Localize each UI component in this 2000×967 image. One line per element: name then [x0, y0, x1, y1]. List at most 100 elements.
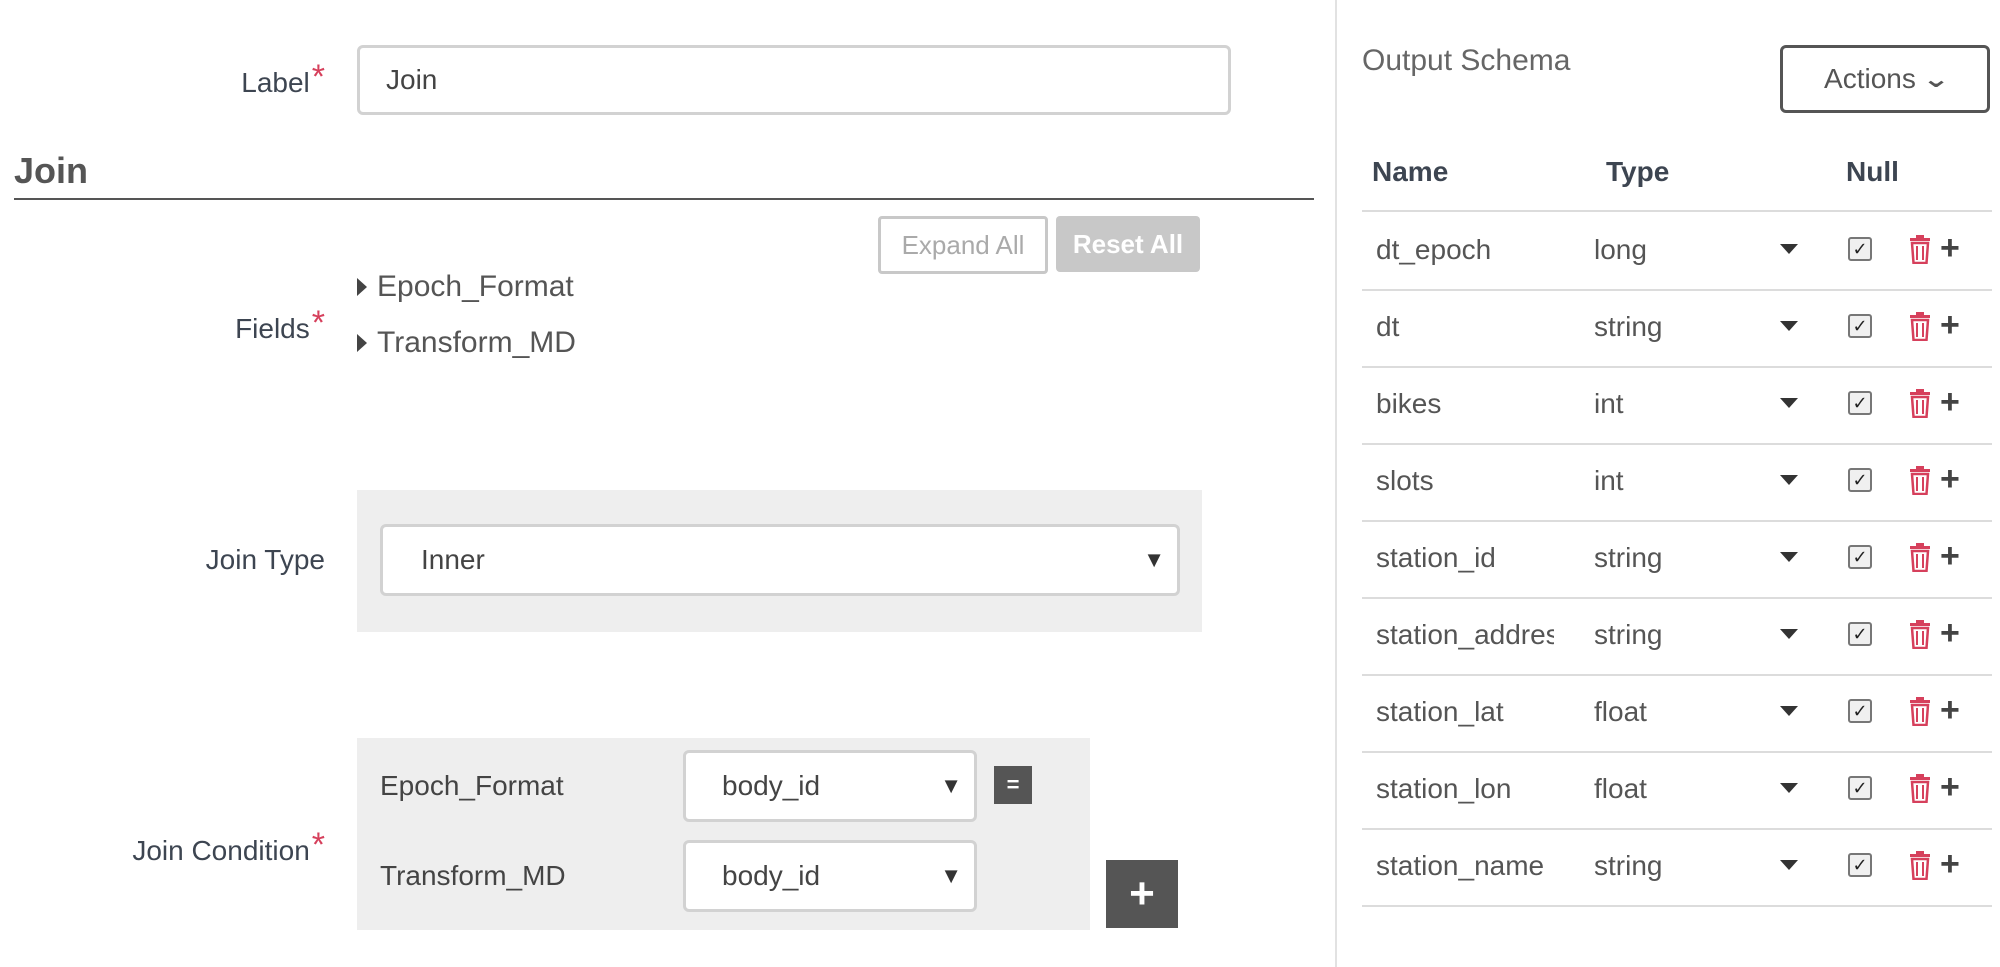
type-dropdown-icon[interactable]	[1780, 706, 1798, 716]
type-dropdown-icon[interactable]	[1780, 783, 1798, 793]
reset-all-button[interactable]: Reset All	[1056, 216, 1200, 272]
add-field-icon[interactable]: +	[1940, 384, 1960, 420]
field-type-select[interactable]: int	[1594, 366, 1624, 441]
schema-row: bikes int ✓ +	[1362, 366, 1992, 445]
field-name-input[interactable]: slots	[1376, 443, 1554, 518]
column-header-type: Type	[1606, 156, 1670, 187]
join-type-select[interactable]: Inner ▼	[380, 524, 1180, 596]
expand-caret-icon[interactable]	[357, 334, 367, 352]
add-field-icon[interactable]: +	[1940, 769, 1960, 805]
add-field-icon[interactable]: +	[1940, 615, 1960, 651]
label-input[interactable]: Join	[357, 45, 1231, 115]
field-type-select[interactable]: float	[1594, 751, 1647, 826]
trash-icon[interactable]	[1908, 234, 1932, 264]
field-name-input[interactable]: station_lon	[1376, 751, 1554, 826]
field-name-input[interactable]: bikes	[1376, 366, 1554, 441]
tree-item-label: Transform_MD	[377, 326, 576, 359]
tree-item-transform-md[interactable]: Transform_MD	[357, 326, 576, 360]
type-dropdown-icon[interactable]	[1780, 244, 1798, 254]
field-type-select[interactable]: float	[1594, 674, 1647, 749]
join-type-value: Inner	[421, 544, 485, 575]
tree-item-label: Epoch_Format	[377, 270, 574, 303]
dropdown-arrow-icon: ▼	[940, 773, 962, 798]
trash-icon[interactable]	[1908, 619, 1932, 649]
field-name-input[interactable]: dt_epoch	[1376, 212, 1554, 287]
add-field-icon[interactable]: +	[1940, 692, 1960, 728]
nullable-checkbox[interactable]: ✓	[1848, 622, 1872, 646]
type-dropdown-icon[interactable]	[1780, 860, 1798, 870]
output-schema-panel: Output Schema Actions ⌄ Name Type Null d…	[1340, 0, 2000, 967]
add-condition-button[interactable]: +	[1106, 860, 1178, 928]
schema-row: dt_epoch long ✓ +	[1362, 212, 1992, 291]
add-field-icon[interactable]: +	[1940, 461, 1960, 497]
nullable-checkbox[interactable]: ✓	[1848, 237, 1872, 261]
schema-row: station_address string ✓ +	[1362, 597, 1992, 676]
field-type-select[interactable]: string	[1594, 828, 1662, 903]
schema-row: slots int ✓ +	[1362, 443, 1992, 522]
add-field-icon[interactable]: +	[1940, 230, 1960, 266]
dropdown-arrow-icon: ▼	[1143, 547, 1165, 572]
label-field-label: Label*	[180, 58, 325, 101]
trash-icon[interactable]	[1908, 388, 1932, 418]
required-mark: *	[311, 304, 325, 342]
add-field-icon[interactable]: +	[1940, 307, 1960, 343]
field-name-input[interactable]: station_id	[1376, 520, 1554, 595]
type-dropdown-icon[interactable]	[1780, 398, 1798, 408]
nullable-checkbox[interactable]: ✓	[1848, 545, 1872, 569]
equals-operator: =	[994, 766, 1032, 804]
nullable-checkbox[interactable]: ✓	[1848, 314, 1872, 338]
type-dropdown-icon[interactable]	[1780, 629, 1798, 639]
field-type-select[interactable]: string	[1594, 597, 1662, 672]
trash-icon[interactable]	[1908, 773, 1932, 803]
condition-field-value: body_id	[722, 860, 821, 891]
join-condition-label: Join Condition*	[60, 826, 325, 869]
expand-all-button[interactable]: Expand All	[878, 216, 1048, 274]
join-config-panel: Label* Join Join Expand All Reset All Fi…	[0, 0, 1335, 967]
required-mark: *	[311, 58, 325, 96]
field-type-select[interactable]: int	[1594, 443, 1624, 518]
fields-label-text: Fields	[235, 313, 310, 344]
column-header-name: Name	[1372, 156, 1449, 187]
dropdown-arrow-icon: ▼	[940, 863, 962, 888]
field-type-select[interactable]: long	[1594, 212, 1647, 287]
type-dropdown-icon[interactable]	[1780, 552, 1798, 562]
label-text: Label	[241, 67, 310, 98]
condition-field-select[interactable]: body_id ▼	[683, 750, 977, 822]
nullable-checkbox[interactable]: ✓	[1848, 776, 1872, 800]
join-type-label: Join Type	[205, 544, 325, 575]
field-name-input[interactable]: station_address	[1376, 597, 1554, 672]
panel-divider	[1335, 0, 1337, 967]
trash-icon[interactable]	[1908, 542, 1932, 572]
trash-icon[interactable]	[1908, 696, 1932, 726]
trash-icon[interactable]	[1908, 465, 1932, 495]
nullable-checkbox[interactable]: ✓	[1848, 391, 1872, 415]
actions-dropdown-button[interactable]: Actions ⌄	[1780, 45, 1990, 113]
add-field-icon[interactable]: +	[1940, 846, 1960, 882]
tree-item-epoch-format[interactable]: Epoch_Format	[357, 270, 574, 304]
field-name-input[interactable]: station_name	[1376, 828, 1554, 903]
nullable-checkbox[interactable]: ✓	[1848, 468, 1872, 492]
nullable-checkbox[interactable]: ✓	[1848, 699, 1872, 723]
schema-row: station_name string ✓ +	[1362, 828, 1992, 907]
trash-icon[interactable]	[1908, 850, 1932, 880]
trash-icon[interactable]	[1908, 311, 1932, 341]
condition-field-select[interactable]: body_id ▼	[683, 840, 977, 912]
type-dropdown-icon[interactable]	[1780, 321, 1798, 331]
field-type-select[interactable]: string	[1594, 520, 1662, 595]
field-type-select[interactable]: string	[1594, 289, 1662, 364]
expand-caret-icon[interactable]	[357, 278, 367, 296]
section-divider	[14, 198, 1314, 200]
chevron-down-icon: ⌄	[1921, 65, 1950, 93]
schema-row: station_lon float ✓ +	[1362, 751, 1992, 830]
field-name-input[interactable]: dt	[1376, 289, 1554, 364]
add-field-icon[interactable]: +	[1940, 538, 1960, 574]
output-schema-title: Output Schema	[1362, 44, 1571, 77]
type-dropdown-icon[interactable]	[1780, 475, 1798, 485]
condition-source-label: Epoch_Format	[380, 770, 564, 801]
nullable-checkbox[interactable]: ✓	[1848, 853, 1872, 877]
section-title: Join	[14, 150, 89, 191]
schema-row: station_id string ✓ +	[1362, 520, 1992, 599]
fields-label: Fields*	[160, 304, 325, 347]
column-header-null: Null	[1846, 156, 1899, 187]
field-name-input[interactable]: station_lat	[1376, 674, 1554, 749]
